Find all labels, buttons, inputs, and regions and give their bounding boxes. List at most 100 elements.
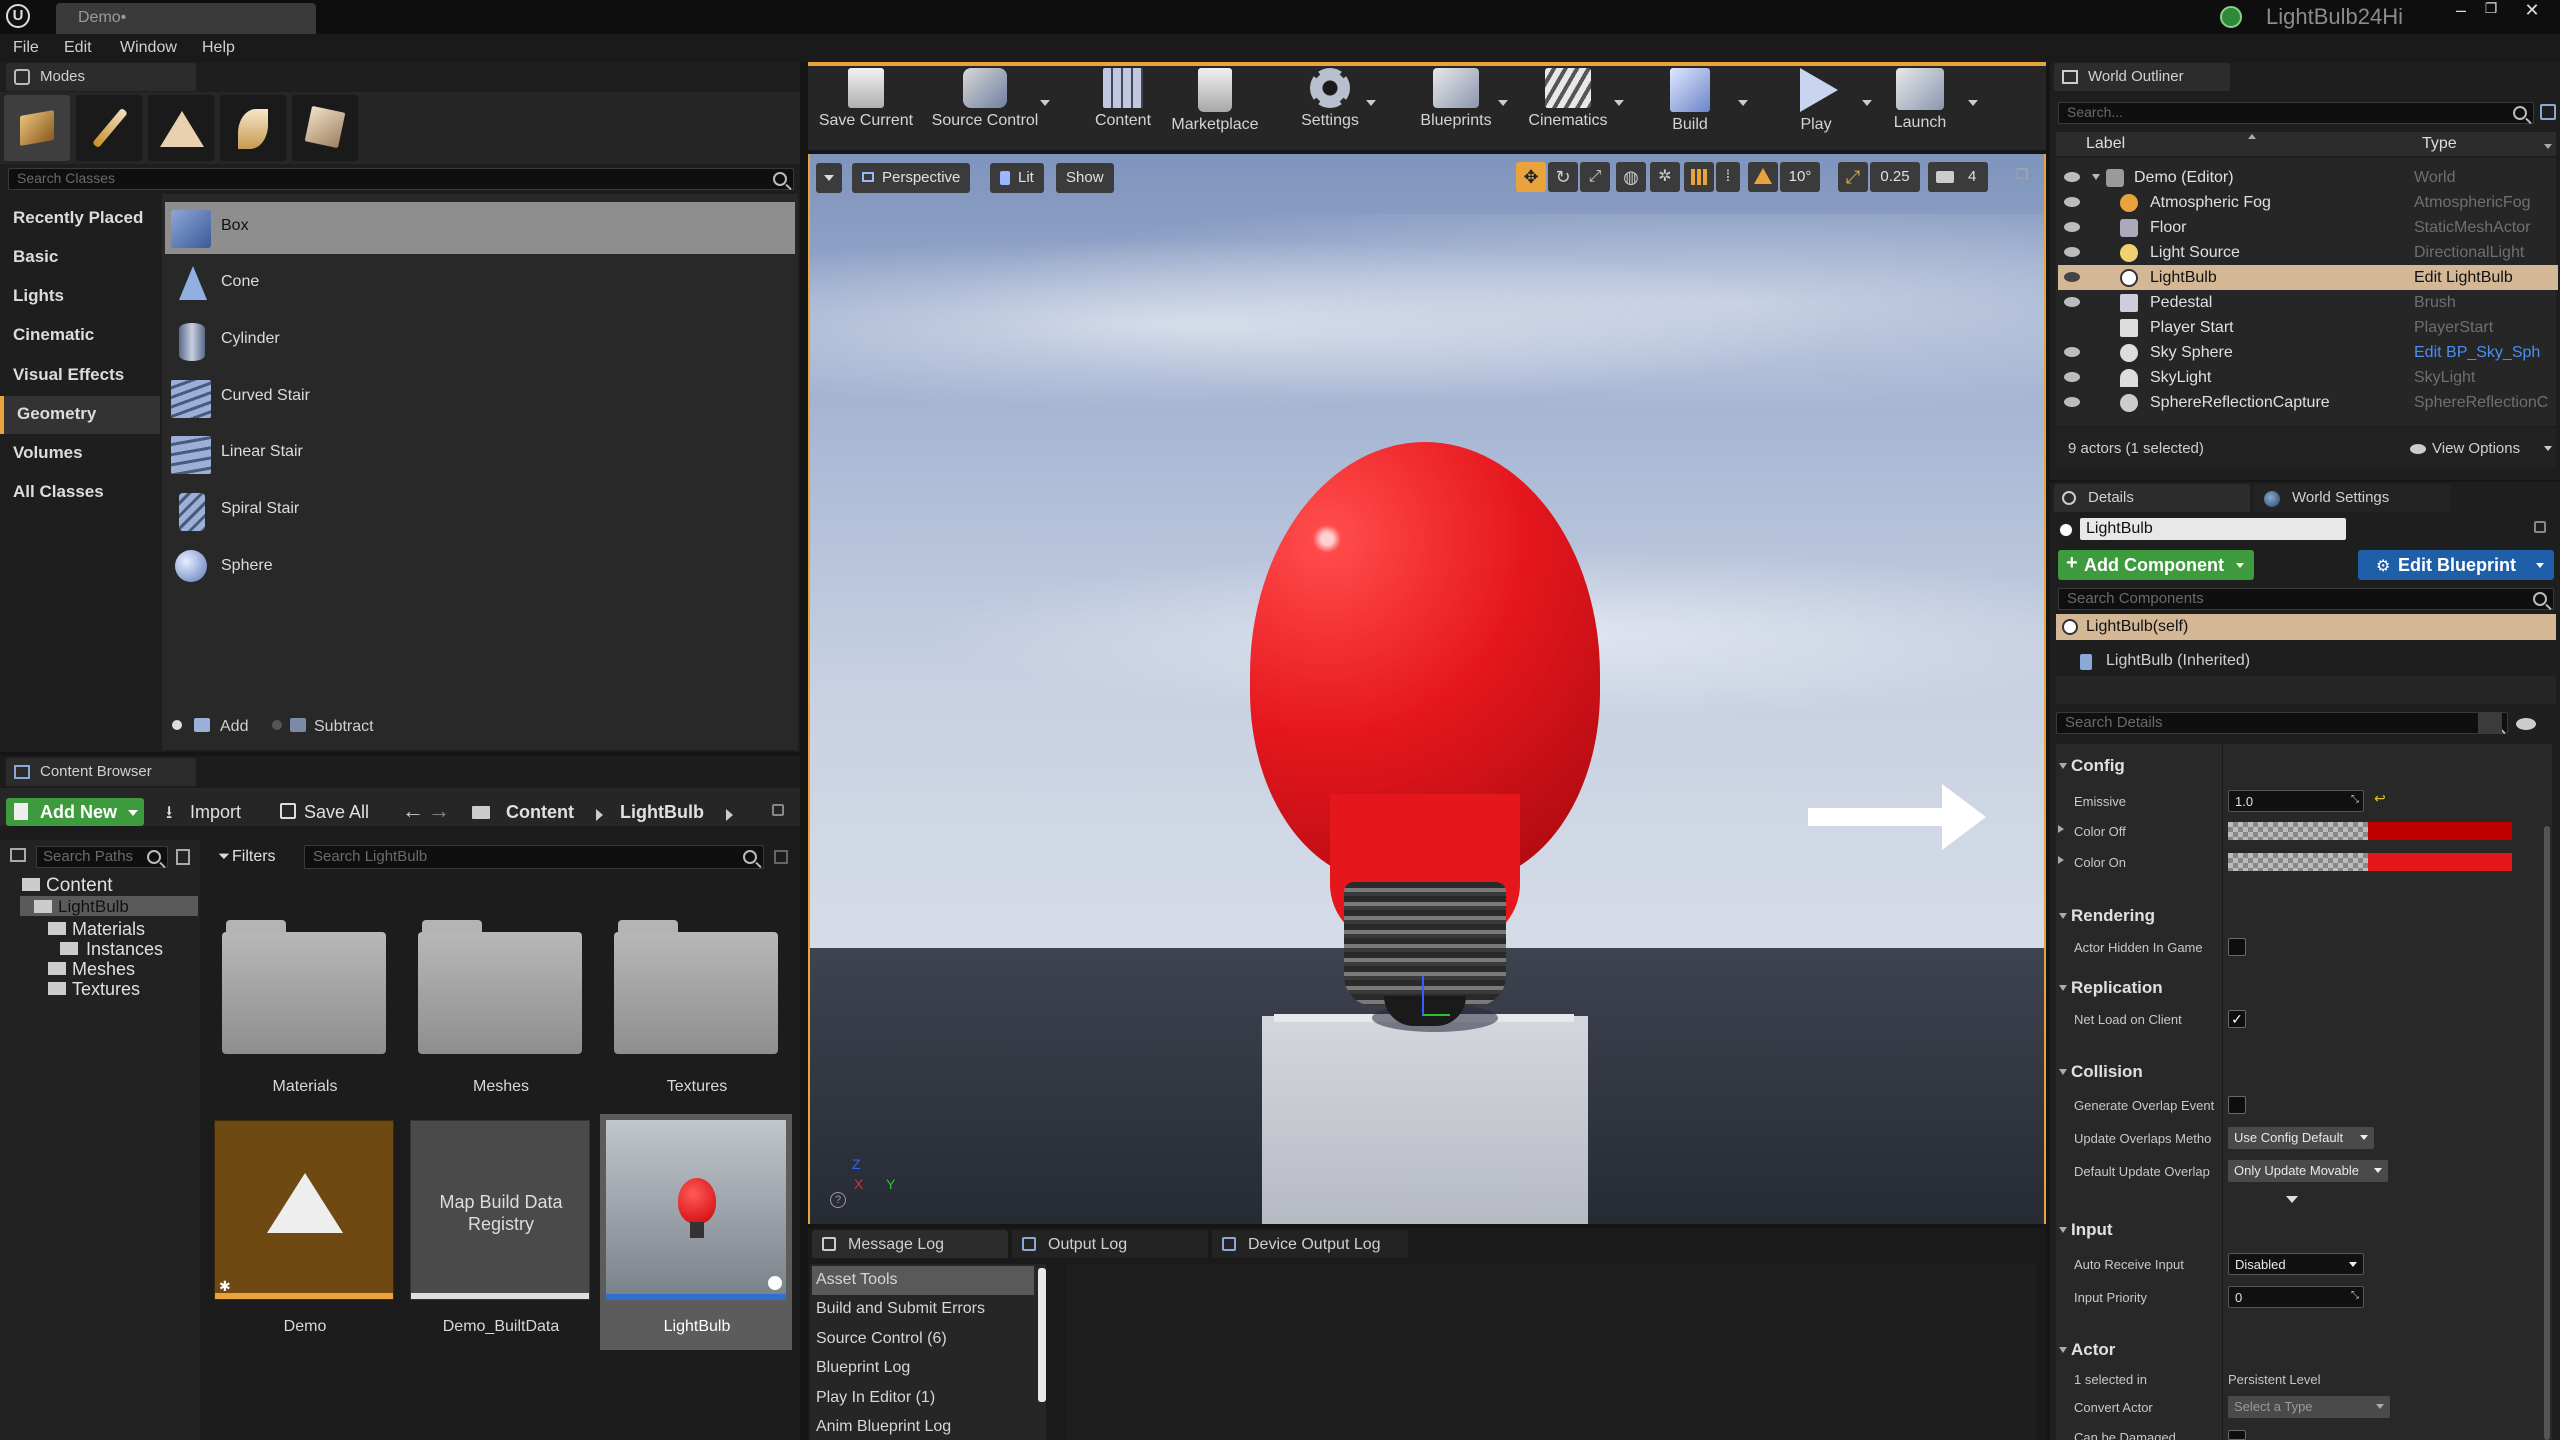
angle-snap-button[interactable] (1748, 162, 1778, 192)
close-button[interactable]: ✕ (2512, 0, 2552, 20)
expand-arrow-icon[interactable] (2058, 856, 2064, 864)
back-arrow-icon[interactable]: ← (402, 798, 424, 824)
tree-item-lightbulb[interactable]: LightBulb (20, 896, 198, 916)
log-category-build-errors[interactable]: Build and Submit Errors (812, 1295, 1034, 1324)
grid-snap-button[interactable] (1684, 162, 1714, 192)
expand-arrow-icon[interactable] (2058, 825, 2064, 833)
translate-tool-button[interactable]: ✥ (1516, 162, 1546, 192)
scale-tool-button[interactable]: ⤢ (1580, 162, 1610, 192)
category-recently-placed[interactable]: Recently Placed (0, 200, 160, 238)
surface-snap-button[interactable]: ✲ (1650, 162, 1680, 192)
eye-icon[interactable] (2064, 222, 2080, 232)
modes-tab[interactable]: Modes (6, 63, 196, 91)
help-icon[interactable]: ? (830, 1192, 846, 1208)
tree-item-content[interactable]: Content (10, 874, 200, 896)
category-all-classes[interactable]: All Classes (0, 474, 160, 512)
show-button[interactable]: Show (1056, 163, 1114, 193)
maximize-viewport-button[interactable]: ❐ (2012, 166, 2032, 186)
cinematics-button[interactable]: Cinematics (1518, 68, 1618, 148)
place-item-cylinder[interactable]: Cylinder (165, 315, 795, 367)
section-collision[interactable]: Collision (2055, 1056, 2555, 1086)
outliner-row-skylight[interactable]: SkyLight SkyLight (2058, 365, 2558, 390)
section-actor[interactable]: Actor (2055, 1334, 2555, 1364)
rotate-tool-button[interactable]: ↻ (1548, 162, 1578, 192)
can-be-damaged-checkbox[interactable] (2228, 1430, 2246, 1440)
scale-snap-button[interactable]: ⤢ (1838, 162, 1868, 192)
place-item-box[interactable]: Box (165, 202, 795, 254)
search-lightbulb-input[interactable]: Search LightBulb (304, 845, 764, 869)
search-paths-input[interactable]: Search Paths (36, 846, 168, 868)
section-replication[interactable]: Replication (2055, 972, 2555, 1002)
section-config[interactable]: Config (2055, 750, 2555, 780)
settings-dropdown-icon[interactable] (1366, 100, 1376, 106)
source-control-status-icon[interactable] (2220, 6, 2242, 28)
input-priority-input[interactable]: 0 ⤡ (2228, 1286, 2364, 1308)
component-self-row[interactable]: LightBulb(self) (2056, 614, 2556, 640)
search-classes-input[interactable]: Search Classes (8, 168, 794, 190)
eye-icon[interactable] (2064, 372, 2080, 382)
grid-size-button[interactable]: ⁞ (1716, 162, 1740, 192)
outliner-row-atmospheric-fog[interactable]: Atmospheric Fog AtmosphericFog (2058, 190, 2558, 215)
import-button[interactable]: ⭳ Import (164, 798, 264, 826)
eye-icon[interactable] (2064, 272, 2080, 282)
outliner-row-lightbulb[interactable]: LightBulb Edit LightBulb (2058, 265, 2558, 290)
add-component-button[interactable]: + Add Component (2058, 550, 2254, 580)
convert-actor-select[interactable]: Select a Type (2228, 1396, 2390, 1418)
paint-mode-button[interactable] (76, 95, 142, 161)
default-update-select[interactable]: Only Update Movable (2228, 1160, 2388, 1182)
save-current-button[interactable]: Save Current (810, 68, 922, 148)
outliner-col-type[interactable]: Type (2422, 135, 2457, 153)
property-matrix-icon[interactable] (2478, 712, 2502, 734)
cinematics-dropdown-icon[interactable] (1614, 100, 1624, 106)
color-on-swatch[interactable] (2228, 853, 2512, 871)
menu-edit[interactable]: Edit (64, 39, 92, 57)
settings-button[interactable]: Settings (1290, 68, 1370, 148)
scale-snap-value[interactable]: 0.25 (1870, 162, 1920, 192)
blueprints-button[interactable]: Blueprints (1408, 68, 1504, 148)
log-category-play-in-editor[interactable]: Play In Editor (1) (812, 1384, 1034, 1413)
build-button[interactable]: Build (1652, 68, 1728, 148)
perspective-button[interactable]: Perspective (852, 163, 971, 193)
eye-icon[interactable] (2064, 297, 2080, 307)
details-tab[interactable]: Details (2054, 484, 2250, 512)
outliner-row-sphere-reflection-capture[interactable]: SphereReflectionCapture SphereReflection… (2058, 390, 2558, 415)
outliner-type-link[interactable]: Edit LightBulb (2414, 269, 2513, 287)
expand-arrow-icon[interactable] (2092, 174, 2100, 180)
world-outliner-tab[interactable]: World Outliner (2054, 63, 2230, 91)
path-favorites-icon[interactable] (774, 850, 788, 864)
auto-receive-select[interactable]: Disabled (2228, 1253, 2364, 1275)
visibility-eye-icon[interactable] (2516, 718, 2536, 730)
breadcrumb-content[interactable]: Content (506, 802, 574, 823)
menu-help[interactable]: Help (202, 39, 235, 57)
minimize-button[interactable]: – (2446, 0, 2476, 20)
source-control-dropdown-icon[interactable] (1040, 100, 1050, 106)
add-radio[interactable] (172, 720, 182, 730)
advanced-expand-icon[interactable] (2286, 1196, 2298, 1203)
filters-button[interactable]: ⏷ Filters (216, 846, 296, 870)
view-options-icon[interactable] (176, 849, 190, 865)
lock-icon[interactable] (772, 804, 784, 816)
category-geometry[interactable]: Geometry (0, 396, 160, 434)
build-dropdown-icon[interactable] (1738, 100, 1748, 106)
folder-materials[interactable] (222, 920, 386, 1054)
outliner-settings-icon[interactable] (2540, 104, 2556, 120)
menu-file[interactable]: File (13, 39, 39, 57)
section-input[interactable]: Input (2055, 1214, 2555, 1244)
world-space-button[interactable]: ◍ (1616, 162, 1646, 192)
outliner-row-pedestal[interactable]: Pedestal Brush (2058, 290, 2558, 315)
place-mode-button[interactable] (4, 95, 70, 161)
log-category-source-control[interactable]: Source Control (6) (812, 1325, 1034, 1354)
log-category-anim-blueprint[interactable]: Anim Blueprint Log (812, 1413, 1034, 1440)
edit-blueprint-button[interactable]: ⚙ Edit Blueprint (2358, 550, 2554, 580)
reset-default-icon[interactable]: ↩ (2374, 790, 2386, 807)
blueprints-dropdown-icon[interactable] (1498, 100, 1508, 106)
outliner-row-sky-sphere[interactable]: Sky Sphere Edit BP_Sky_Sph (2058, 340, 2558, 365)
eye-icon[interactable] (2064, 172, 2080, 182)
actor-name-input[interactable]: LightBulb (2080, 518, 2346, 540)
folder-meshes[interactable] (418, 920, 582, 1054)
update-overlaps-select[interactable]: Use Config Default (2228, 1127, 2374, 1149)
category-visual-effects[interactable]: Visual Effects (0, 357, 160, 395)
eye-icon[interactable] (2064, 347, 2080, 357)
foliage-mode-button[interactable] (220, 95, 286, 161)
launch-button[interactable]: Launch (1880, 68, 1960, 148)
